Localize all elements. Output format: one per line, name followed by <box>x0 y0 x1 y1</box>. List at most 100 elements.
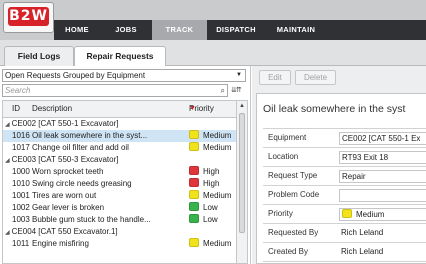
problem-code-value[interactable] <box>339 189 426 202</box>
search-icon[interactable]: ⌕ <box>221 85 225 96</box>
field-value: CE002 [CAT 550-1 Ex <box>342 134 421 143</box>
field-value: Rich Leland <box>341 247 384 256</box>
request-grid: ID Description Priority ▼ ◢ CE002 [CAT 55… <box>2 100 248 264</box>
scrollbar-thumb[interactable] <box>239 113 245 233</box>
row-id: 1002 <box>12 203 30 212</box>
group-label: CE003 [CAT 550-3 Excavator] <box>11 155 119 164</box>
row-priority-label: High <box>203 179 220 188</box>
expand-all-icon[interactable]: ⇈ <box>236 87 242 94</box>
detail-fields: Equipment CE002 [CAT 550-1 Ex Location RT93… <box>263 128 426 262</box>
priority-swatch <box>189 166 199 175</box>
row-description: Gear lever is broken <box>32 203 105 212</box>
grid-rows: ◢ CE002 [CAT 550-1 Excavator] 1016 Oil leak… <box>3 118 236 250</box>
top-bar: B2W HOME JOBS TRACK DISPATCH MAINTAIN <box>0 0 426 40</box>
created-by-value: Rich Leland <box>339 246 426 259</box>
main-nav: HOME JOBS TRACK DISPATCH MAINTAIN <box>54 20 426 40</box>
priority-swatch <box>189 214 199 223</box>
row-description: Oil leak somewhere in the syst... <box>32 131 148 140</box>
expand-triangle-icon[interactable]: ◢ <box>5 122 10 128</box>
tab-bar: Field Logs Repair Requests <box>0 40 426 67</box>
table-row[interactable]: 1002 Gear lever is broken Low <box>3 202 236 214</box>
table-row[interactable]: 1001 Tires are worn out Medium <box>3 190 236 202</box>
priority-swatch <box>189 142 199 151</box>
group-header[interactable]: ◢ CE002 [CAT 550-1 Excavator] <box>3 118 236 130</box>
expand-triangle-icon[interactable]: ◢ <box>5 230 10 236</box>
field-problem-code: Problem Code <box>263 186 426 205</box>
field-value: Rich Leland <box>341 228 384 237</box>
row-description: Bubble gum stuck to the handle... <box>32 215 151 224</box>
nav-dispatch[interactable]: DISPATCH <box>207 20 265 40</box>
field-label: Request Type <box>268 171 318 180</box>
field-request-type: Request Type Repair <box>263 167 426 186</box>
row-priority: Medium <box>189 238 231 250</box>
field-label: Equipment <box>268 133 307 142</box>
app-logo[interactable]: B2W <box>3 2 54 33</box>
edit-button[interactable]: Edit <box>259 70 291 85</box>
row-description: Tires are worn out <box>32 191 97 200</box>
equipment-value[interactable]: CE002 [CAT 550-1 Ex <box>339 132 426 145</box>
priority-value[interactable]: Medium <box>339 208 426 221</box>
row-description: Worn sprocket teeth <box>32 167 104 176</box>
priority-swatch <box>189 130 199 139</box>
nav-maintain[interactable]: MAINTAIN <box>265 20 327 40</box>
nav-track[interactable]: TRACK <box>152 20 207 40</box>
row-description: Change oil filter and add oil <box>32 143 129 152</box>
delete-button[interactable]: Delete <box>295 70 336 85</box>
table-row[interactable]: 1010 Swing circle needs greasing High <box>3 178 236 190</box>
group-header[interactable]: ◢ CE003 [CAT 550-3 Excavator] <box>3 154 236 166</box>
field-location: Location RT93 Exit 18 <box>263 148 426 167</box>
priority-swatch <box>189 178 199 187</box>
request-type-value[interactable]: Repair <box>339 170 426 183</box>
row-id: 1000 <box>12 167 30 176</box>
row-description: Engine misfiring <box>32 239 89 248</box>
expand-triangle-icon[interactable]: ◢ <box>5 158 10 164</box>
table-row[interactable]: 1000 Worn sprocket teeth High <box>3 166 236 178</box>
field-label: Problem Code <box>268 190 320 199</box>
field-value: Medium <box>356 210 385 219</box>
detail-title: Oil leak somewhere in the syst <box>263 103 406 115</box>
grouping-select[interactable]: Open Requests Grouped by Equipment ▼ <box>2 69 246 82</box>
table-row[interactable]: 1011 Engine misfiring Medium <box>3 238 236 250</box>
row-id: 1010 <box>12 179 30 188</box>
field-created-by: Created By Rich Leland <box>263 243 426 262</box>
group-label: CE002 [CAT 550-1 Excavator] <box>11 119 119 128</box>
field-label: Priority <box>268 209 293 218</box>
scroll-up-icon[interactable]: ▲ <box>239 103 245 109</box>
tab-field-logs[interactable]: Field Logs <box>4 46 74 66</box>
field-value: RT93 Exit 18 <box>342 153 389 162</box>
row-priority-label: Medium <box>203 143 232 152</box>
group-label: CE004 [CAT 550 Excavator.1] <box>11 227 118 236</box>
group-header[interactable]: ◢ CE004 [CAT 550 Excavator.1] <box>3 226 236 238</box>
table-row[interactable]: 1003 Bubble gum stuck to the handle... Low <box>3 214 236 226</box>
row-priority-label: Low <box>203 203 218 212</box>
requested-by-value: Rich Leland <box>339 227 426 240</box>
row-priority-label: Medium <box>203 191 232 200</box>
row-description: Swing circle needs greasing <box>32 179 132 188</box>
row-priority-label: Low <box>203 215 218 224</box>
column-header-description[interactable]: Description <box>32 101 72 117</box>
search-input[interactable]: Search ⌕ <box>2 84 228 97</box>
row-id: 1017 <box>12 143 30 152</box>
tab-repair-requests[interactable]: Repair Requests <box>74 46 166 67</box>
row-priority-label: Medium <box>203 239 232 248</box>
vertical-scrollbar[interactable]: ▲ <box>236 101 247 263</box>
field-requested-by: Requested By Rich Leland <box>263 224 426 243</box>
table-row[interactable]: 1017 Change oil filter and add oil Medium <box>3 142 236 154</box>
location-value[interactable]: RT93 Exit 18 <box>339 151 426 164</box>
request-list-pane: Open Requests Grouped by Equipment ▼ Sea… <box>0 66 251 264</box>
priority-swatch <box>189 202 199 211</box>
nav-jobs[interactable]: JOBS <box>100 20 152 40</box>
grouping-select-value: Open Requests Grouped by Equipment <box>5 71 146 80</box>
row-priority: Low <box>189 202 218 214</box>
field-equipment: Equipment CE002 [CAT 550-1 Ex <box>263 129 426 148</box>
row-priority: Medium <box>189 130 231 142</box>
field-label: Requested By <box>268 228 319 237</box>
row-priority: High <box>189 166 219 178</box>
logo-mark: B2W <box>8 7 49 26</box>
detail-toolbar: Edit Delete <box>252 66 426 90</box>
row-priority-label: Medium <box>203 131 232 140</box>
nav-home[interactable]: HOME <box>54 20 100 40</box>
column-header-id[interactable]: ID <box>12 101 20 117</box>
sort-desc-icon: ▼ <box>189 105 196 112</box>
table-row[interactable]: 1016 Oil leak somewhere in the syst... Med… <box>3 130 236 142</box>
